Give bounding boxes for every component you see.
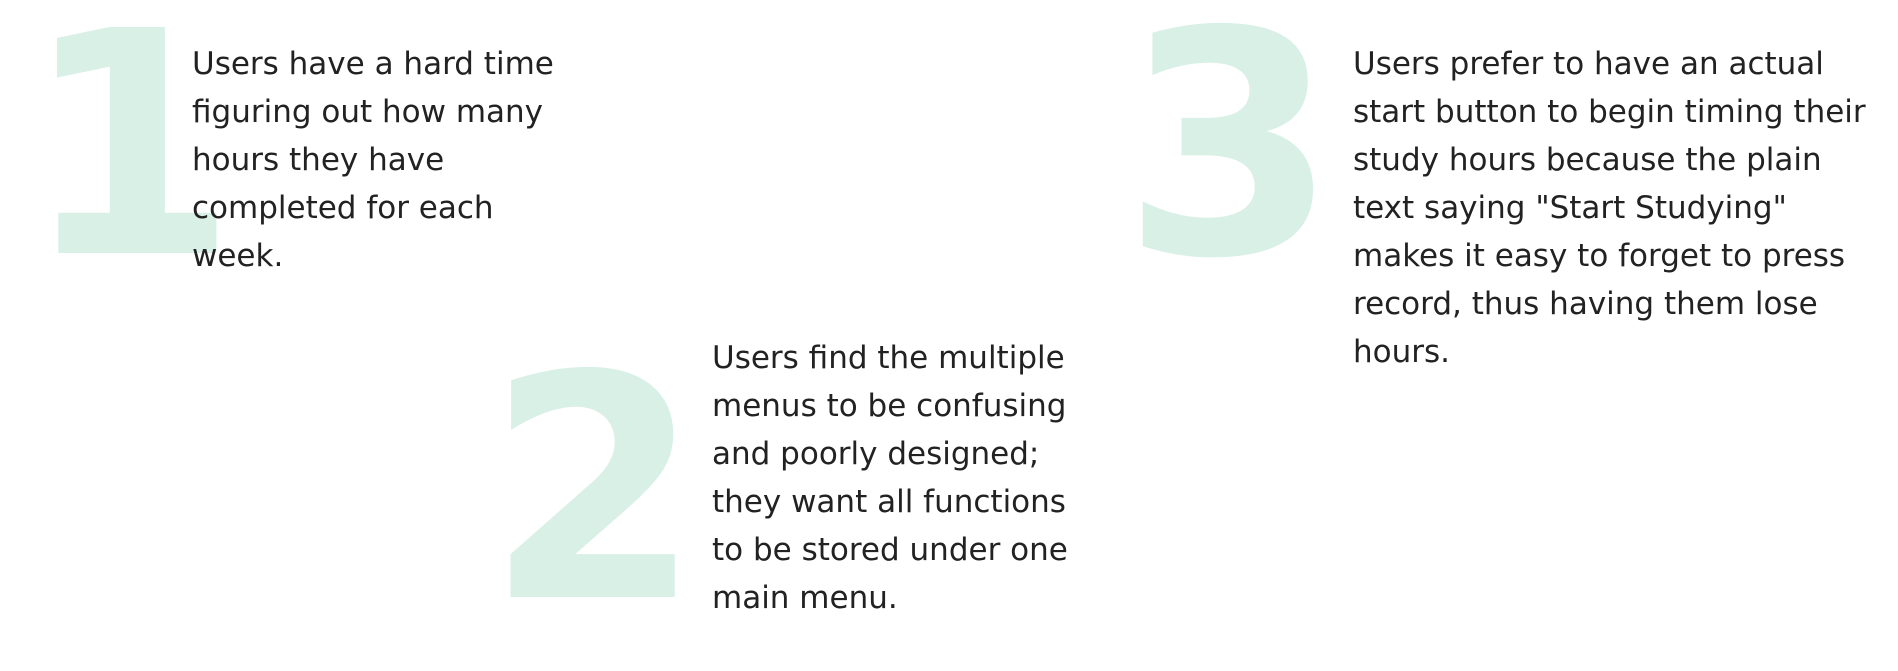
finding-1-text: Users have a hard time figuring out how … bbox=[192, 46, 554, 274]
finding-3-text: Users prefer to have an actual start but… bbox=[1353, 46, 1866, 370]
finding-2-numeral: 2 bbox=[486, 310, 702, 671]
finding-2-text: Users find the multiple menus to be conf… bbox=[712, 340, 1068, 616]
finding-3-numeral: 3 bbox=[1122, 0, 1338, 327]
